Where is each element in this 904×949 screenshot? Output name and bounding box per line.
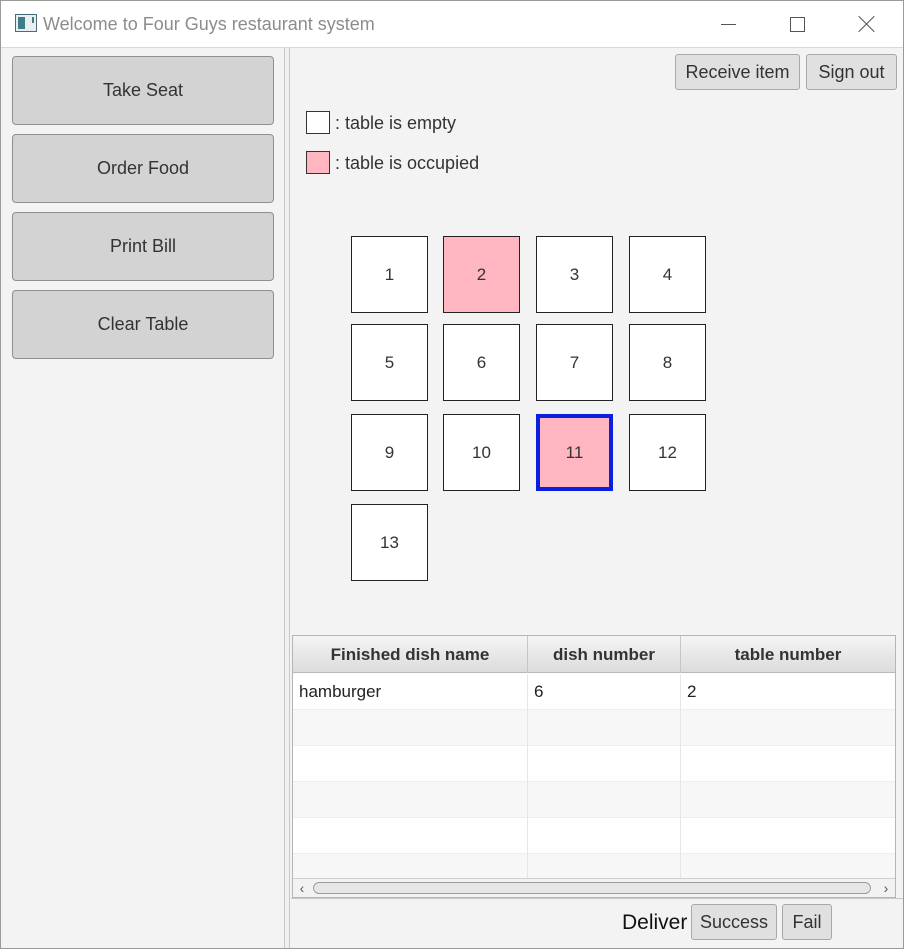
receive-item-button[interactable]: Receive item — [675, 54, 800, 90]
order-food-button[interactable]: Order Food — [12, 134, 274, 203]
empty-cell — [293, 782, 528, 818]
table-1[interactable]: 1 — [351, 236, 428, 313]
scrollbar-thumb[interactable] — [313, 882, 871, 894]
fail-button[interactable]: Fail — [782, 904, 832, 940]
maximize-button[interactable] — [774, 1, 820, 47]
scroll-left-icon[interactable]: ‹ — [293, 879, 311, 897]
cell-table-number: 2 — [687, 682, 697, 701]
maximize-icon — [789, 16, 805, 32]
column-header-table-number[interactable]: table number — [681, 636, 895, 673]
deliver-bar: Deliver Success Fail — [291, 898, 903, 948]
column-header-dish-number[interactable]: dish number — [528, 636, 681, 673]
empty-table-row — [293, 782, 895, 818]
table-12[interactable]: 12 — [629, 414, 706, 491]
table-3[interactable]: 3 — [536, 236, 613, 313]
finished-dishes-table[interactable]: Finished dish name dish number table num… — [292, 635, 896, 898]
sign-out-button[interactable]: Sign out — [806, 54, 897, 90]
legend-empty-swatch — [306, 111, 330, 134]
table-4[interactable]: 4 — [629, 236, 706, 313]
deliver-label: Deliver — [622, 911, 688, 934]
empty-cell — [293, 710, 528, 746]
empty-cell — [528, 710, 681, 746]
main-panel: Receive item Sign out : table is empty :… — [291, 48, 903, 948]
empty-table-row — [293, 746, 895, 782]
app-icon — [15, 14, 37, 32]
legend-occupied-label: : table is occupied — [335, 153, 480, 173]
empty-cell — [293, 818, 528, 854]
table-9[interactable]: 9 — [351, 414, 428, 491]
split-pane-divider[interactable] — [284, 48, 290, 948]
title-bar[interactable]: Welcome to Four Guys restaurant system — [1, 1, 903, 48]
table-5[interactable]: 5 — [351, 324, 428, 401]
table-7[interactable]: 7 — [536, 324, 613, 401]
table-header: Finished dish name dish number table num… — [293, 636, 895, 673]
clear-table-button[interactable]: Clear Table — [12, 290, 274, 359]
close-icon — [858, 15, 876, 33]
empty-table-row — [293, 710, 895, 746]
window-title: Welcome to Four Guys restaurant system — [43, 14, 375, 34]
cell-dish-name: hamburger — [293, 674, 528, 710]
scroll-right-icon[interactable]: › — [877, 879, 895, 897]
close-button[interactable] — [844, 1, 890, 47]
horizontal-scrollbar[interactable]: ‹ › — [293, 878, 895, 897]
empty-table-row — [293, 818, 895, 854]
minimize-icon — [720, 23, 736, 25]
take-seat-button[interactable]: Take Seat — [12, 56, 274, 125]
cell-dish-number: 6 — [528, 674, 681, 710]
legend-empty-label: : table is empty — [335, 113, 457, 133]
sidebar: Take Seat Order Food Print Bill Clear Ta… — [2, 48, 284, 948]
column-header-dish-name[interactable]: Finished dish name — [293, 636, 528, 673]
table-2[interactable]: 2 — [443, 236, 520, 313]
table-8[interactable]: 8 — [629, 324, 706, 401]
success-button[interactable]: Success — [691, 904, 777, 940]
print-bill-button[interactable]: Print Bill — [12, 212, 274, 281]
legend-occupied-swatch — [306, 151, 330, 174]
table-10[interactable]: 10 — [443, 414, 520, 491]
empty-cell — [528, 782, 681, 818]
empty-cell — [293, 746, 528, 782]
table-11[interactable]: 11 — [536, 414, 613, 491]
empty-cell — [528, 818, 681, 854]
minimize-button[interactable] — [705, 1, 751, 47]
app-window: Welcome to Four Guys restaurant system T… — [0, 0, 904, 949]
table-13[interactable]: 13 — [351, 504, 428, 581]
table-6[interactable]: 6 — [443, 324, 520, 401]
empty-cell — [528, 746, 681, 782]
table-row[interactable]: hamburger 6 2 — [293, 674, 895, 710]
